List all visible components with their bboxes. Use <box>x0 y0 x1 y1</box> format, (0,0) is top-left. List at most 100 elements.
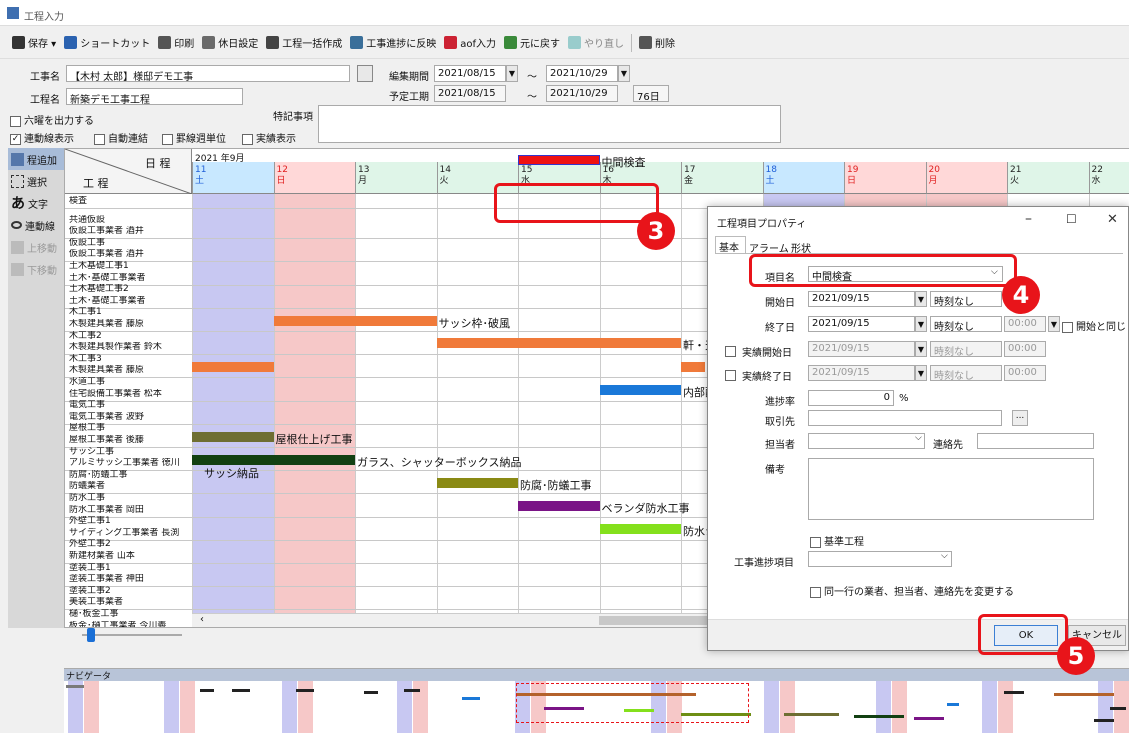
henshu-from-dropdown[interactable]: ▼ <box>506 65 518 82</box>
gantt-bar[interactable] <box>599 524 681 534</box>
rokuyou-checkbox[interactable]: 六曜を出力する <box>10 112 94 127</box>
row-label[interactable]: 外壁工事1 <box>65 516 192 527</box>
henshu-to-field[interactable]: 2021/10/29 <box>546 65 618 82</box>
bulk-create-button[interactable]: 工程一括作成 <box>262 33 346 52</box>
tokki-textarea[interactable] <box>318 105 781 143</box>
row-label[interactable]: 塗装工事1 <box>65 563 192 574</box>
gantt-bar[interactable] <box>273 316 437 326</box>
delete-button[interactable]: 削除 <box>635 33 679 52</box>
gantt-bar[interactable] <box>518 155 600 165</box>
scroll-left-arrow[interactable]: ‹ <box>200 614 204 625</box>
row-label[interactable]: 板金･樋工事業者 今川義 <box>65 621 192 627</box>
row-label[interactable]: 屋根工事 <box>65 423 192 434</box>
client-field[interactable] <box>808 410 1002 426</box>
end-clock-dropdown[interactable]: ▼ <box>1048 316 1060 332</box>
row-label[interactable]: 水道工事 <box>65 377 192 388</box>
jstart-checkbox[interactable] <box>725 346 736 357</box>
client-picker-button[interactable]: ... <box>1012 410 1028 426</box>
kouji-picker-button[interactable] <box>357 65 373 82</box>
move-down-button[interactable]: 下移動 <box>8 258 64 280</box>
row-label[interactable]: 美装工事業者 <box>65 597 192 608</box>
row-label[interactable]: 電気工事業者 波野 <box>65 412 192 423</box>
row-label[interactable]: 屋根工事業者 後藤 <box>65 435 192 446</box>
person-select[interactable] <box>808 433 925 449</box>
row-label[interactable]: 木工事2 <box>65 331 192 342</box>
minimize-icon[interactable]: – <box>1025 211 1032 227</box>
row-label[interactable]: サイディング工事業者 長渕 <box>65 528 192 539</box>
row-label[interactable]: 電気工事 <box>65 400 192 411</box>
jidou-checkbox[interactable]: 自動連結 <box>94 130 148 145</box>
row-label[interactable]: 塗装工事2 <box>65 586 192 597</box>
redo-button[interactable]: やり直し <box>564 33 628 52</box>
print-button[interactable]: 印刷 <box>154 33 198 52</box>
start-time-select[interactable]: 時刻なし <box>930 291 1002 307</box>
row-label[interactable]: 新建材業者 山本 <box>65 551 192 562</box>
contact-field[interactable] <box>977 433 1094 449</box>
row-label[interactable]: 検査 <box>65 196 192 207</box>
progress-item-select[interactable] <box>808 551 952 567</box>
row-label[interactable]: 木製建具製作業者 鈴木 <box>65 342 192 353</box>
zoom-slider[interactable] <box>82 628 182 642</box>
row-label[interactable]: 木製建具業者 藤原 <box>65 365 192 376</box>
henshu-from-field[interactable]: 2021/08/15 <box>434 65 506 82</box>
zoom-slider-thumb[interactable] <box>87 628 95 642</box>
aof-input-button[interactable]: aof入力 <box>440 33 500 52</box>
undo-button[interactable]: 元に戻す <box>500 33 564 52</box>
row-label[interactable]: 仮設工事業者 酒井 <box>65 249 192 260</box>
row-label[interactable]: 塗装工事業者 神田 <box>65 574 192 585</box>
note-textarea[interactable] <box>808 458 1094 520</box>
koutei-name-field[interactable]: 新築デモ工事工程 <box>66 88 243 105</box>
base-process-checkbox[interactable]: 基準工程 <box>810 533 864 548</box>
start-date-dropdown[interactable]: ▼ <box>915 291 927 307</box>
row-label[interactable]: 木製建具業者 藤原 <box>65 319 192 330</box>
row-label[interactable]: 仮設工事業者 酒井 <box>65 226 192 237</box>
shortcut-button[interactable]: ショートカット <box>60 33 154 52</box>
add-row-button[interactable]: 程追加 <box>8 148 64 170</box>
gantt-bar[interactable] <box>192 362 274 372</box>
same-as-start-checkbox[interactable]: 開始と同じ <box>1062 318 1126 333</box>
row-label[interactable]: 樋･板金工事 <box>65 609 192 620</box>
row-label[interactable]: 防腐･防蟻工事 <box>65 470 192 481</box>
gantt-bar[interactable] <box>436 478 518 488</box>
row-label[interactable]: 防蟻業者 <box>65 481 192 492</box>
row-label[interactable]: 共通仮設 <box>65 215 192 226</box>
kouji-name-field[interactable]: 【木村 太郎】様邸デモ工事 <box>66 65 350 82</box>
holiday-button[interactable]: 休日設定 <box>198 33 262 52</box>
gantt-bar[interactable] <box>681 362 706 372</box>
gantt-bar[interactable] <box>599 385 681 395</box>
henshu-to-dropdown[interactable]: ▼ <box>618 65 630 82</box>
row-label[interactable]: サッシ工事 <box>65 447 192 458</box>
row-label[interactable]: 外壁工事2 <box>65 539 192 550</box>
row-label[interactable]: 住宅設備工事業者 松本 <box>65 389 192 400</box>
gantt-bar[interactable] <box>518 501 600 511</box>
row-label[interactable]: 防水工事 <box>65 493 192 504</box>
save-button[interactable]: 保存 ▾ <box>8 33 60 52</box>
row-label[interactable]: 木工事3 <box>65 354 192 365</box>
move-up-button[interactable]: 上移動 <box>8 236 64 258</box>
end-date-field[interactable]: 2021/09/15 <box>808 316 915 332</box>
select-tool-button[interactable]: 選択 <box>8 170 64 192</box>
reflect-progress-button[interactable]: 工事進捗に反映 <box>346 33 440 52</box>
gantt-bar[interactable] <box>192 455 355 465</box>
gantt-bar[interactable] <box>192 432 274 442</box>
progress-field[interactable]: 0 <box>808 390 894 406</box>
text-tool-button[interactable]: あ文字 <box>8 192 64 214</box>
keisen-checkbox[interactable]: 罫線週単位 <box>162 130 226 145</box>
row-label[interactable]: 木工事1 <box>65 307 192 318</box>
jend-checkbox[interactable] <box>725 370 736 381</box>
row-label[interactable]: 土木基礎工事1 <box>65 261 192 272</box>
navigator-viewport[interactable] <box>516 683 749 723</box>
tab-basic[interactable]: 基本 <box>715 236 746 254</box>
jisseki-checkbox[interactable]: 実績表示 <box>242 130 296 145</box>
row-label[interactable]: 土木基礎工事2 <box>65 284 192 295</box>
row-label[interactable]: アルミサッシ工事業者 徳川 <box>65 458 192 469</box>
end-time-select[interactable]: 時刻なし <box>930 316 1002 332</box>
row-label[interactable]: 防水工事業者 岡田 <box>65 505 192 516</box>
row-label[interactable]: 土木･基礎工事業者 <box>65 296 192 307</box>
same-row-checkbox[interactable]: 同一行の業者、担当者、連絡先を変更する <box>810 583 1014 598</box>
h-scrollbar-thumb[interactable] <box>599 616 709 625</box>
close-icon[interactable]: ✕ <box>1107 212 1118 227</box>
end-date-dropdown[interactable]: ▼ <box>915 316 927 332</box>
maximize-icon[interactable]: ☐ <box>1066 212 1077 226</box>
renraku-checkbox[interactable]: ✓ 連動線表示 <box>10 130 74 145</box>
